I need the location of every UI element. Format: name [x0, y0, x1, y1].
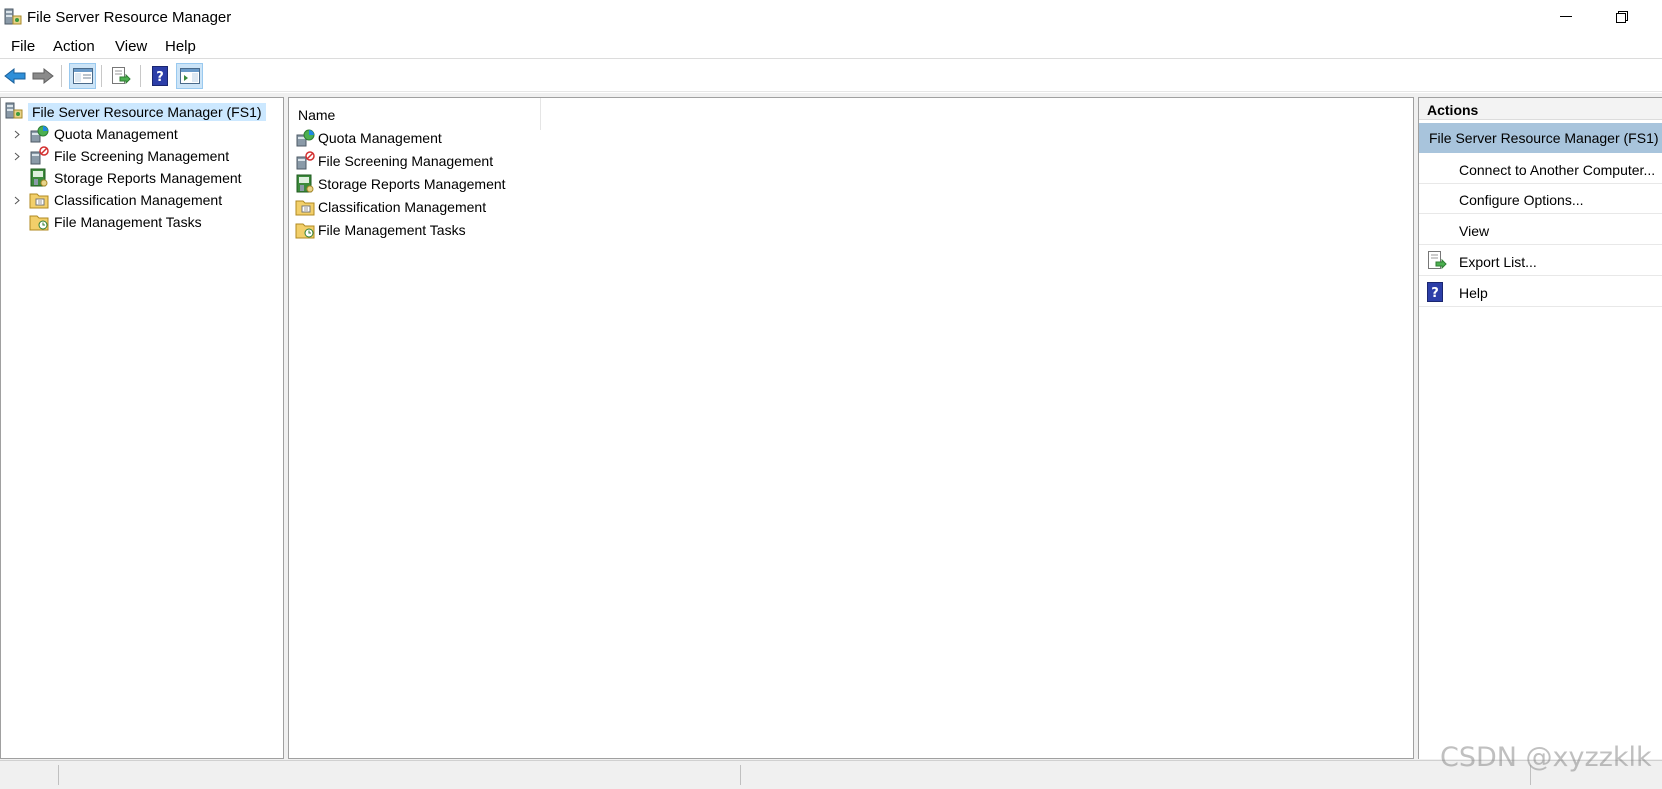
svg-text:?: ? [156, 70, 164, 85]
actions-section-label: File Server Resource Manager (FS1) [1429, 130, 1659, 146]
watermark-text: CSDN @xyzzklk [1440, 742, 1652, 773]
menu-view[interactable]: View [115, 38, 147, 55]
list-item-classification-management[interactable]: Classification Management [295, 196, 486, 218]
tree-root-node[interactable]: File Server Resource Manager (FS1) [4, 102, 266, 122]
action-view[interactable]: View [1419, 215, 1662, 245]
list-item-label: Quota Management [318, 130, 442, 146]
file-screening-icon [29, 146, 49, 166]
status-bar-divider [58, 765, 59, 785]
actions-pane: Actions File Server Resource Manager (FS… [1418, 97, 1662, 759]
action-label: Configure Options... [1459, 192, 1584, 208]
list-item-label: Classification Management [318, 199, 487, 215]
fsrm-server-icon [3, 8, 23, 26]
tree-item-label: File Screening Management [54, 148, 230, 164]
help-icon: ? [1427, 282, 1447, 302]
column-header-label: Name [298, 107, 336, 123]
restore-button[interactable] [1594, 0, 1650, 34]
console-tree: File Server Resource Manager (FS1) Quota… [0, 97, 284, 759]
tree-item-classification-management[interactable]: Classification Management [9, 190, 222, 210]
action-help[interactable]: ? Help [1419, 277, 1662, 307]
svg-text:?: ? [1431, 286, 1439, 301]
toolbar-separator [140, 65, 141, 87]
tree-item-label: File Management Tasks [54, 214, 202, 230]
classification-folder-icon [29, 190, 49, 210]
window-title: File Server Resource Manager [27, 9, 232, 26]
menu-action[interactable]: Action [53, 38, 95, 55]
status-bar [0, 760, 1662, 789]
status-bar-divider [740, 765, 741, 785]
results-list: Name Quota Management File Screening Man… [288, 97, 1414, 759]
tree-item-file-management-tasks[interactable]: File Management Tasks [9, 212, 202, 232]
quota-icon [295, 128, 315, 148]
action-label: Connect to Another Computer... [1459, 162, 1656, 178]
tree-root-label: File Server Resource Manager (FS1) [28, 103, 266, 121]
title-bar: File Server Resource Manager [0, 0, 1662, 34]
action-export-list[interactable]: Export List... [1419, 246, 1662, 276]
action-configure-options[interactable]: Configure Options... [1419, 184, 1662, 214]
action-label: Help [1459, 285, 1488, 301]
tree-item-label: Storage Reports Management [54, 170, 242, 186]
chevron-right-icon[interactable] [9, 124, 25, 144]
quota-icon [29, 124, 49, 144]
forward-arrow-icon[interactable] [29, 63, 56, 89]
tree-item-label: Classification Management [54, 192, 223, 208]
action-label: View [1459, 223, 1490, 239]
toolbar: ? [0, 60, 1662, 92]
storage-reports-icon [29, 168, 49, 188]
chevron-right-icon[interactable] [9, 190, 25, 210]
show-hide-console-tree-icon[interactable] [69, 63, 96, 89]
column-header-name[interactable]: Name [289, 98, 541, 130]
minimize-button[interactable] [1538, 0, 1594, 34]
actions-header: Actions [1419, 98, 1662, 120]
show-hide-action-pane-icon[interactable] [176, 63, 203, 89]
toolbar-separator [101, 65, 102, 87]
list-item-file-screening-management[interactable]: File Screening Management [295, 150, 493, 172]
export-list-icon[interactable] [107, 63, 134, 89]
tree-item-storage-reports-management[interactable]: Storage Reports Management [9, 168, 242, 188]
file-screening-icon [295, 151, 315, 171]
list-item-quota-management[interactable]: Quota Management [295, 127, 442, 149]
help-icon[interactable]: ? [146, 63, 173, 89]
list-item-label: File Screening Management [318, 153, 494, 169]
menu-file[interactable]: File [11, 38, 35, 55]
file-tasks-folder-icon [29, 212, 49, 232]
action-label: Export List... [1459, 254, 1537, 270]
list-item-file-management-tasks[interactable]: File Management Tasks [295, 219, 466, 241]
actions-header-label: Actions [1427, 102, 1479, 118]
back-arrow-icon[interactable] [1, 63, 28, 89]
classification-folder-icon [295, 197, 315, 217]
menu-help[interactable]: Help [165, 38, 196, 55]
list-item-label: Storage Reports Management [318, 176, 506, 192]
tree-item-label: Quota Management [54, 126, 178, 142]
menu-bar: File Action View Help [0, 34, 1662, 59]
storage-reports-icon [295, 174, 315, 194]
fsrm-server-icon [4, 102, 24, 123]
list-item-label: File Management Tasks [318, 222, 466, 238]
list-item-storage-reports-management[interactable]: Storage Reports Management [295, 173, 506, 195]
file-tasks-folder-icon [295, 220, 315, 240]
tree-item-quota-management[interactable]: Quota Management [9, 124, 178, 144]
toolbar-separator [61, 65, 62, 87]
action-connect-to-another-computer[interactable]: Connect to Another Computer... [1419, 154, 1662, 184]
export-list-icon [1427, 251, 1447, 271]
chevron-right-icon[interactable] [9, 146, 25, 166]
actions-section-fsrm[interactable]: File Server Resource Manager (FS1) [1419, 123, 1662, 153]
tree-item-file-screening-management[interactable]: File Screening Management [9, 146, 229, 166]
